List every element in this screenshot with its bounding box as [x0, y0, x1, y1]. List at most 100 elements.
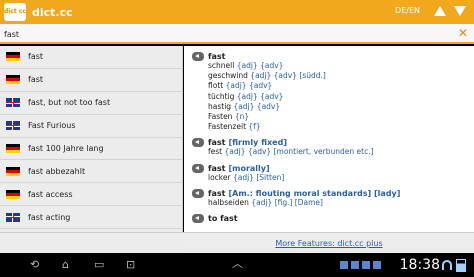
search-bar: ✕ — [0, 24, 474, 44]
list-item-label: fast abbezahlt — [28, 166, 86, 176]
list-footer — [0, 232, 184, 253]
german-flag-icon — [6, 75, 20, 85]
headword: fast — [208, 138, 226, 148]
notification-icon — [373, 261, 381, 269]
grammar-tag: {adj} {adv} — [233, 101, 281, 111]
expand-icon[interactable]: ︿ — [232, 258, 243, 270]
headword: fast — [208, 52, 226, 61]
list-item[interactable]: fast 100 Jahre lang — [0, 138, 182, 161]
grammar-tag: {adj} [fig.] [Dame] — [251, 197, 323, 207]
translation-line[interactable]: locker {adj} [Sitten] — [192, 173, 474, 183]
headword: fast — [208, 163, 226, 173]
translation-entry: fast [Am.: flouting moral standards] [lad… — [192, 188, 474, 208]
notification-icons — [340, 261, 400, 270]
translation-word: flott — [208, 81, 224, 91]
app-icon: dict cc — [4, 3, 26, 21]
entry-heading: fast [morally] — [192, 163, 474, 173]
search-input[interactable] — [4, 27, 444, 41]
translation-word: locker — [208, 172, 231, 182]
speaker-icon[interactable] — [192, 163, 204, 173]
grammar-tag: {f} — [248, 122, 261, 132]
translation-entry: fast schnell {adj} {adv} geschwind {adj} {… — [192, 52, 474, 132]
list-item[interactable]: fast abbezahlt — [0, 160, 182, 184]
translation-word: halbseiden — [208, 197, 249, 207]
translation-line[interactable]: halbseiden {adj} [fig.] [Dame] — [192, 198, 474, 208]
german-flag-icon — [6, 52, 20, 62]
translation-pane: fast schnell {adj} {adv} geschwind {adj} {… — [184, 46, 474, 232]
list-item-label: fast, but not too fast — [28, 98, 111, 108]
list-item-label: fast — [28, 52, 44, 62]
more-features-bar: More Features: dict.cc plus — [184, 232, 474, 253]
translation-line[interactable]: hastig {adj} {adv} — [192, 102, 474, 112]
list-item[interactable]: Fast Furious — [0, 115, 182, 138]
recent-apps-icon[interactable]: ▭ — [94, 259, 104, 271]
grammar-tag: {adj} {adv} [südd.] — [250, 71, 326, 81]
notification-icon — [362, 261, 370, 269]
headword-qualifier: [morally] — [228, 163, 270, 173]
translation-word: hastig — [208, 101, 232, 111]
translation-line[interactable]: geschwind {adj} {adv} [südd.] — [192, 71, 474, 81]
swap-direction-down-icon[interactable] — [454, 6, 466, 18]
translation-entry: fast [morally] locker {adj} [Sitten] — [192, 163, 474, 183]
clock: 18:38 — [399, 257, 440, 273]
app-title: dict.cc — [32, 5, 73, 19]
list-item[interactable]: fast — [0, 69, 182, 92]
uk-flag-icon — [6, 121, 20, 131]
battery-icon — [456, 259, 466, 272]
translation-line[interactable]: fest {adj} {adv} [montiert, verbunden et… — [192, 147, 474, 157]
system-nav-bar: ⟲ ⌂ ▭ ⊡ ︿ 18:38 — [0, 253, 474, 277]
translation-line[interactable]: Fasten {n} — [192, 112, 474, 122]
entry-heading: fast — [192, 52, 474, 61]
list-item[interactable]: fast acting — [0, 206, 182, 230]
headword: fast — [208, 188, 226, 198]
back-icon[interactable]: ⟲ — [30, 259, 39, 271]
translation-line[interactable]: tüchtig {adj} {adv} — [192, 92, 474, 102]
list-item-label: fast — [28, 75, 44, 85]
translation-line[interactable]: flott {adj} {adv} — [192, 81, 474, 91]
list-item-label: fast access — [28, 189, 73, 199]
translation-line[interactable]: Fastenzeit {f} — [192, 122, 474, 132]
home-icon[interactable]: ⌂ — [62, 259, 69, 271]
german-flag-icon — [6, 189, 20, 199]
list-item-label: Fast Furious — [28, 121, 76, 131]
translation-line[interactable]: schnell {adj} {adv} — [192, 61, 474, 71]
list-item-label: fast 100 Jahre lang — [28, 144, 104, 153]
translation-word: Fasten — [208, 112, 233, 122]
translation-word: fest — [208, 147, 223, 157]
title-bar: dict cc dict.cc DE/EN — [0, 0, 474, 24]
wifi-icon — [442, 260, 452, 270]
grammar-tag: {adj} {adv} — [225, 81, 273, 91]
entry-heading: fast [Am.: flouting moral standards] [lad… — [192, 188, 474, 198]
list-item-label: fast acting — [28, 212, 71, 222]
list-item[interactable]: fast, but not too fast — [0, 92, 182, 115]
german-flag-icon — [6, 144, 20, 153]
grammar-tag: {adj} [Sitten] — [232, 172, 285, 182]
list-item[interactable]: fast access — [0, 183, 182, 207]
grammar-tag: {adj} {adv} — [236, 91, 284, 101]
clear-search-icon[interactable]: ✕ — [458, 26, 468, 40]
translation-word: schnell — [208, 61, 235, 70]
headword-qualifier: [Am.: flouting moral standards] [lady] — [228, 188, 401, 198]
uk-flag-icon — [6, 98, 20, 108]
screenshot-icon[interactable]: ⊡ — [126, 259, 135, 271]
speaker-icon[interactable] — [192, 138, 204, 148]
notification-icon — [351, 261, 359, 269]
translation-word: tüchtig — [208, 91, 235, 101]
translation-entry: fast [firmly fixed] fest {adj} {adv} [mont… — [192, 138, 474, 157]
list-item[interactable]: fast — [0, 46, 182, 69]
language-pair-toggle[interactable]: DE/EN — [395, 6, 420, 15]
swap-direction-up-icon[interactable] — [434, 6, 446, 18]
translation-word: geschwind — [208, 71, 248, 81]
more-features-link[interactable]: More Features: dict.cc plus — [275, 239, 382, 248]
entry-heading: fast [firmly fixed] — [192, 138, 474, 148]
translation-entry: to fast — [192, 214, 474, 224]
results-list: fast fast fast, but not too fast Fast Furio… — [0, 46, 183, 232]
notification-icon — [340, 261, 348, 269]
speaker-icon[interactable] — [192, 214, 204, 224]
headword-qualifier: [firmly fixed] — [228, 138, 287, 148]
grammar-tag: {adj} {adv} [montiert, verbunden etc.] — [224, 147, 374, 157]
entry-heading: to fast — [192, 214, 474, 224]
speaker-icon[interactable] — [192, 188, 204, 198]
speaker-icon[interactable] — [192, 52, 204, 61]
grammar-tag: {n} — [234, 112, 250, 122]
